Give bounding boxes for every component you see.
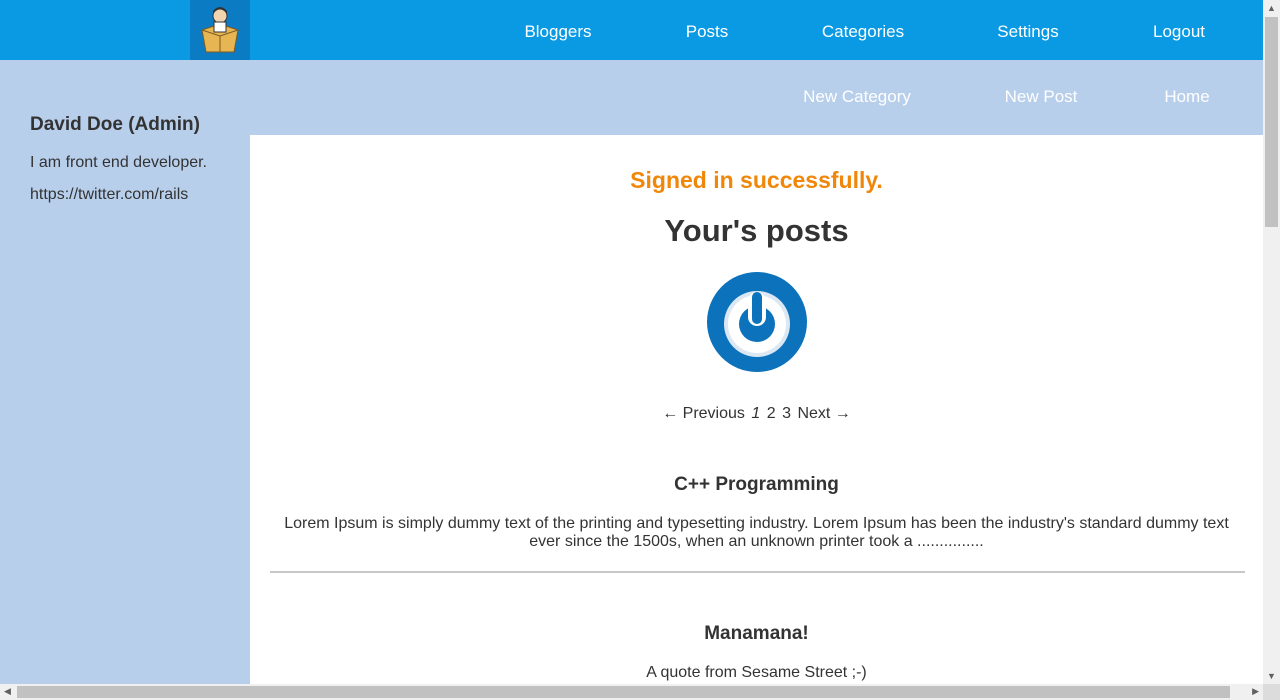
vertical-scrollbar[interactable]: ▲ ▼ <box>1263 0 1280 684</box>
vertical-scroll-thumb[interactable] <box>1265 17 1278 227</box>
nav-posts[interactable]: Posts <box>686 22 729 42</box>
profile-name: David Doe (Admin) <box>30 114 200 135</box>
home-link[interactable]: Home <box>1164 87 1209 107</box>
post-divider <box>270 571 1245 573</box>
scroll-up-icon[interactable]: ▲ <box>1267 3 1276 13</box>
main-content: Signed in successfully. Your's posts ← P… <box>250 135 1263 684</box>
profile-bio: I am front end developer. <box>30 154 207 171</box>
post-title[interactable]: Manamana! <box>250 623 1263 645</box>
profile-sidebar: David Doe (Admin) I am front end develop… <box>30 114 240 204</box>
pagination: ← Previous 1 2 3 Next → <box>250 405 1263 423</box>
pager-page-1: 1 <box>751 405 761 422</box>
scroll-left-icon[interactable]: ◀ <box>4 686 11 697</box>
nav-bloggers[interactable]: Bloggers <box>524 22 591 42</box>
pager-next[interactable]: Next → <box>797 405 850 422</box>
app-logo[interactable] <box>190 0 250 60</box>
flash-message: Signed in successfully. <box>630 167 883 193</box>
nav-settings[interactable]: Settings <box>997 22 1058 42</box>
top-navbar: Bloggers Posts Categories Settings Logou… <box>0 0 1263 60</box>
horizontal-scrollbar[interactable]: ◀ ▶ <box>0 684 1263 700</box>
blogger-mascot-logo-icon <box>190 0 250 60</box>
scrollbar-corner <box>1263 684 1280 700</box>
post-excerpt: A quote from Sesame Street ;-) <box>646 664 867 681</box>
new-post-link[interactable]: New Post <box>1005 87 1078 107</box>
pager-page-2[interactable]: 2 <box>767 405 776 422</box>
page-title: Your's posts <box>664 213 849 248</box>
pager-page-3[interactable]: 3 <box>782 405 791 422</box>
profile-link[interactable]: https://twitter.com/rails <box>30 186 240 204</box>
horizontal-scroll-thumb[interactable] <box>17 686 1230 698</box>
nav-logout[interactable]: Logout <box>1153 22 1205 42</box>
nav-categories[interactable]: Categories <box>822 22 904 42</box>
post-title[interactable]: C++ Programming <box>250 474 1263 496</box>
scroll-right-icon[interactable]: ▶ <box>1252 686 1259 697</box>
scroll-down-icon[interactable]: ▼ <box>1267 671 1276 681</box>
new-category-link[interactable]: New Category <box>803 87 911 107</box>
post-excerpt: Lorem Ipsum is simply dummy text of the … <box>284 515 1229 550</box>
pager-previous[interactable]: ← Previous <box>662 405 745 422</box>
power-icon <box>707 272 807 372</box>
